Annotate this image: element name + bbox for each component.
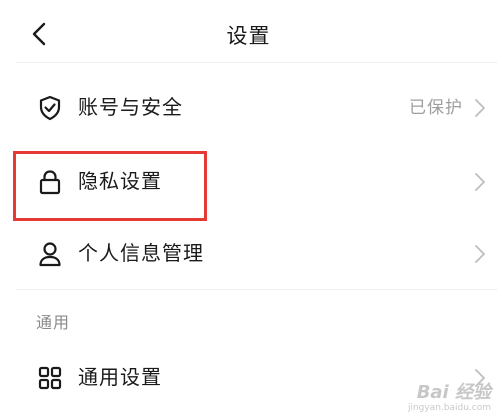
settings-item-general[interactable]: 通用设置 (0, 342, 497, 412)
settings-item-label: 隐私设置 (78, 169, 162, 193)
header-bar: 设置 (0, 0, 497, 64)
person-icon (39, 242, 61, 267)
settings-item-privacy[interactable]: 隐私设置 (0, 146, 497, 216)
settings-item-personal-info[interactable]: 个人信息管理 (0, 218, 497, 288)
settings-item-label: 账号与安全 (78, 95, 183, 119)
shield-check-icon (39, 95, 61, 121)
section-label-general: 通用 (36, 313, 71, 332)
header-divider (16, 62, 497, 63)
section-divider (16, 289, 497, 290)
grid-icon (38, 366, 62, 390)
settings-item-label: 个人信息管理 (78, 241, 204, 265)
settings-item-label: 通用设置 (78, 365, 162, 389)
chevron-right-icon (475, 173, 485, 191)
chevron-right-icon (475, 99, 485, 117)
page-title: 设置 (226, 24, 271, 48)
lock-icon (39, 170, 61, 195)
settings-screen: 设置 账号与安全 已保护 隐私设置 个人信息管理 通用 通用设置 Bai 经验 … (0, 0, 497, 417)
chevron-right-icon (475, 369, 485, 387)
security-status-value: 已保护 (409, 98, 463, 118)
settings-item-account-security[interactable]: 账号与安全 已保护 (0, 72, 497, 142)
chevron-right-icon (475, 245, 485, 263)
